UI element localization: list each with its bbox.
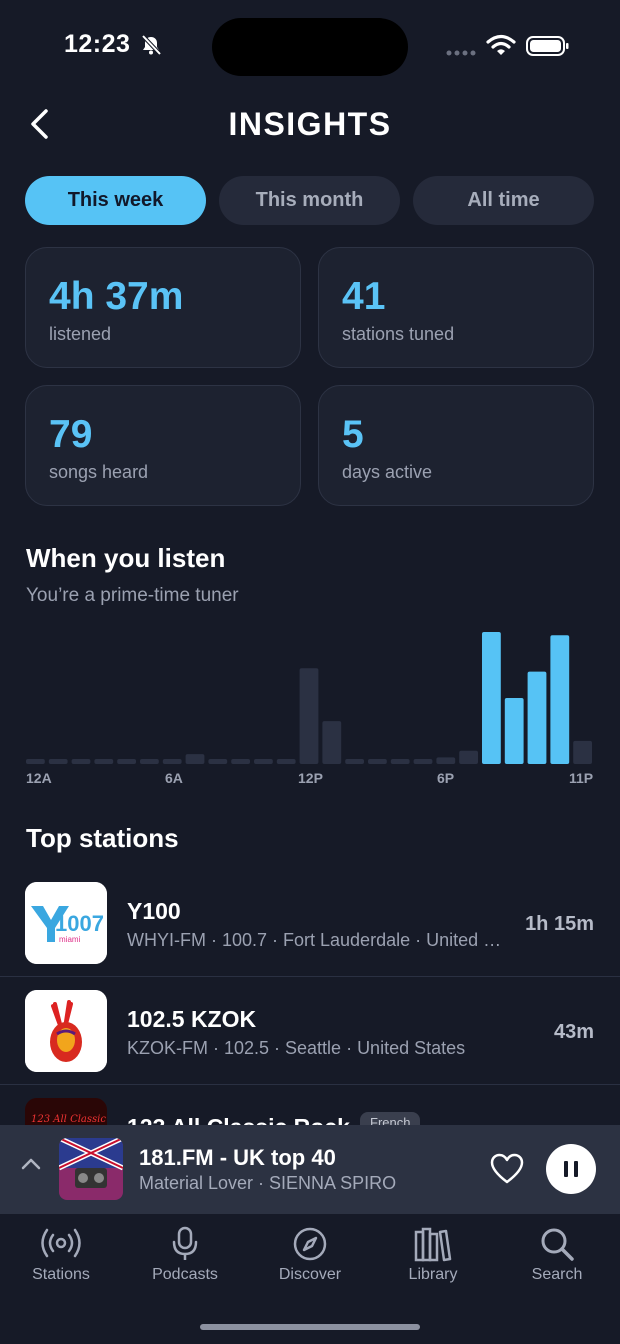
now-playing-subtitle: Material Lover · SIENNA SPIRO [139, 1173, 397, 1193]
chart-bar [413, 759, 433, 764]
chart-bar [322, 721, 342, 764]
chart-bar [345, 759, 364, 764]
chart-bar [573, 740, 592, 764]
stat-card-stations: 41 stations tuned [318, 247, 594, 368]
chevron-up-icon[interactable] [20, 1157, 42, 1171]
tab-this-week[interactable]: This week [25, 176, 206, 225]
chart-bar [482, 632, 501, 764]
chart-bar [48, 759, 68, 764]
home-indicator [200, 1324, 420, 1330]
now-playing-artwork [59, 1138, 123, 1200]
chart-bar [459, 750, 478, 764]
nav-label: Search [531, 1266, 583, 1283]
chart-bar [299, 668, 319, 764]
section-subtitle: You’re a prime-time tuner [26, 585, 239, 606]
svg-text:123 All Classic Rock: 123 All Classic Rock [31, 1114, 107, 1125]
nav-label: Library [408, 1266, 458, 1283]
stat-label: songs heard [49, 462, 149, 482]
nav-label: Discover [278, 1266, 342, 1283]
chart-bar [26, 759, 45, 764]
now-playing-title: 181.FM - UK top 40 [139, 1145, 336, 1170]
radio-waves-icon [41, 1228, 81, 1258]
stat-label: stations tuned [342, 324, 455, 344]
chart-tick-label: 11P [569, 770, 594, 786]
signal-icon [446, 50, 476, 56]
dynamic-island [212, 18, 408, 76]
stat-card-days: 5 days active [318, 385, 594, 506]
stat-label: listened [49, 324, 112, 344]
chart-bar [390, 759, 410, 764]
stat-value: 41 [342, 275, 386, 318]
svg-text:1007: 1007 [55, 911, 104, 936]
pause-button[interactable] [546, 1144, 596, 1194]
stat-card-listened: 4h 37m listened [25, 247, 301, 368]
chart-bar [504, 698, 524, 764]
station-logo-y100: 1007 miami [25, 882, 107, 964]
station-meta: WHYI-FM · 100.7 · Fort Lauderdale · Unit… [127, 930, 502, 950]
page-title: INSIGHTS [228, 106, 392, 142]
chart-bar [162, 759, 182, 764]
chart-bar [276, 759, 296, 764]
stat-value: 5 [342, 413, 364, 456]
stat-value: 79 [49, 413, 93, 456]
chart-bar [208, 759, 228, 764]
status-time: 12:23 [64, 30, 131, 58]
station-logo-kzok [25, 990, 107, 1072]
stat-value: 4h 37m [49, 275, 184, 318]
compass-icon [293, 1227, 327, 1261]
chart-bar [527, 671, 547, 764]
section-title-when-you-listen: When you listen [26, 543, 226, 573]
chart-bar [436, 757, 456, 764]
station-name: 102.5 KZOK [127, 1006, 257, 1032]
listening-hours-chart [26, 632, 592, 764]
chart-bar [94, 759, 114, 764]
mini-player[interactable]: 181.FM - UK top 40 Material Lover · SIEN… [0, 1125, 620, 1214]
library-icon [414, 1227, 452, 1262]
station-meta: KZOK-FM · 102.5 · Seattle · United State… [127, 1038, 466, 1058]
svg-text:miami: miami [59, 935, 81, 944]
chart-bar [550, 635, 570, 764]
station-duration: 1h 15m [525, 913, 594, 935]
station-row[interactable]: 102.5 KZOK KZOK-FM · 102.5 · Seattle · U… [0, 978, 620, 1085]
chart-bar [231, 759, 250, 764]
chart-bar [254, 759, 273, 764]
chart-tick-label: 12A [26, 770, 52, 786]
stat-label: days active [342, 462, 433, 482]
chart-tick-label: 6P [437, 770, 455, 786]
chart-bar [368, 759, 387, 764]
heart-icon[interactable] [490, 1153, 524, 1185]
search-icon [541, 1228, 574, 1261]
chart-tick-label: 6A [165, 770, 183, 786]
microphone-icon [172, 1226, 198, 1260]
station-row[interactable]: 1007 miami Y100 WHYI-FM · 100.7 · Fort L… [0, 870, 620, 977]
chart-bar [185, 754, 205, 764]
nav-label: Podcasts [152, 1266, 218, 1283]
section-title-top-stations: Top stations [26, 823, 179, 853]
tab-this-month[interactable]: This month [219, 176, 400, 225]
battery-icon [526, 36, 569, 56]
bell-slash-icon [141, 34, 162, 56]
chart-bar [140, 759, 159, 764]
tab-all-time[interactable]: All time [413, 176, 594, 225]
chart-tick-label: 12P [298, 770, 323, 786]
station-duration: 43m [553, 1021, 594, 1043]
nav-label: Stations [32, 1266, 90, 1283]
station-name: Y100 [127, 898, 181, 924]
chart-bar [71, 759, 91, 764]
chart-bar [117, 759, 136, 764]
wifi-icon [486, 34, 516, 55]
stat-card-songs: 79 songs heard [25, 385, 301, 506]
